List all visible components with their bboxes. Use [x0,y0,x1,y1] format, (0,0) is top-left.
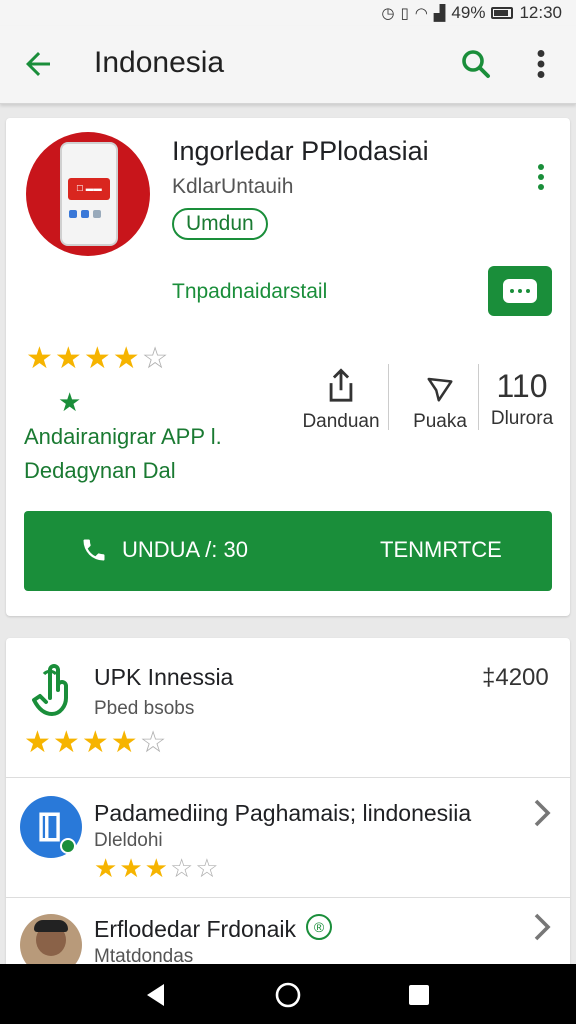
count-label: Dlurora [490,408,554,429]
wifi-icon: ◠ [414,4,428,22]
star-filled-icon: ★ [110,725,138,760]
star-filled-icon: ★ [119,854,143,884]
featured-app-card: ☐ ▬▬ Ingorledar PPlodasiai KdlarUntauih … [6,118,570,616]
list-item[interactable]: Padamediing Paghamais; lindonesiia Dleld… [6,778,570,898]
info-line-1: Andairanigrar APP l. [24,424,222,449]
badge-star-icon: ★ [58,388,82,418]
install-chip[interactable]: Umdun [172,208,268,240]
system-navigation-bar [0,964,576,1024]
app-subtitle: Tnpadnaidarstail [172,280,328,303]
page-title: Indonesia [94,46,225,79]
stat-divider [478,364,479,430]
star-filled-icon: ★ [144,854,168,884]
chevron-right-icon[interactable] [532,798,552,828]
count-value: 110 [496,368,548,404]
list-item-title: UPK Innessia [94,664,234,690]
star-filled-icon: ★ [26,341,53,376]
status-bar: ◷ ▯ ◠ ▟ 49% 12:30 [0,0,576,26]
card-more-icon[interactable] [534,162,548,192]
chat-button[interactable] [488,266,552,316]
app-name: Ingorledar PPlodasiai [172,136,429,166]
primary-button-left-label: UNDUA /: 30 [122,537,248,562]
star-empty-icon: ☆ [141,341,169,376]
developer-name[interactable]: KdlarUntauih [172,175,293,199]
list-item-rating: ★ ★ ★ ☆ ☆ [94,856,219,882]
related-apps-list: UPK Innessia Pbed bsobs ‡4200 ★ ★ ★ ★ ☆ Pada… [6,638,570,976]
battery-percent: 49% [451,3,486,22]
star-filled-icon: ★ [94,854,118,884]
send-icon [427,377,453,402]
share-label: Danduan [302,411,380,432]
star-filled-icon: ★ [24,725,51,760]
chevron-right-icon[interactable] [532,912,552,942]
star-empty-icon: ☆ [169,854,194,884]
star-filled-icon: ★ [52,725,80,760]
clock: 12:30 [519,3,562,22]
star-filled-icon: ★ [81,725,109,760]
list-item-title: Erflodedar Frdonaik [94,916,296,942]
primary-action-button[interactable]: UNDUA /: 30 TENMRTCE [24,511,552,591]
star-empty-icon: ☆ [195,854,219,884]
phone-illustration: ☐ ▬▬ [60,142,118,246]
app-bar: Indonesia [0,26,576,104]
list-item[interactable]: UPK Innessia Pbed bsobs ‡4200 ★ ★ ★ ★ ☆ [6,638,570,778]
primary-button-right-label: TENMRTCE [380,537,502,562]
phone-icon [83,539,105,561]
back-arrow-icon[interactable] [20,46,56,82]
count-stat: 110 Dlurora [486,368,558,430]
send-label: Puaka [413,411,467,432]
phone-banner: ☐ ▬▬ [68,178,110,200]
list-item-price: ‡4200 [482,664,549,691]
signal-icon: ▟ [433,4,446,22]
list-item[interactable]: Erflodedar Frdonaik ® Mtatdondas [6,898,570,976]
more-options-icon[interactable] [528,46,554,82]
book-icon [20,796,82,858]
info-line-2: Dedagynan Dal [24,458,176,483]
alarm-icon: ◷ [381,4,395,22]
share-icon [329,368,353,402]
app-icon[interactable]: ☐ ▬▬ [26,132,150,256]
vibrate-icon: ▯ [400,4,409,22]
star-filled-icon: ★ [112,341,140,376]
verified-badge: ® [306,914,332,940]
stat-divider [388,364,389,430]
share-stat[interactable]: Danduan [296,366,386,433]
list-item-subtitle: Dleldohi [94,830,163,851]
recents-nav-icon[interactable] [408,984,430,1006]
back-nav-icon[interactable] [144,982,168,1008]
search-icon[interactable] [458,46,494,82]
app-rating-stars: ★ ★ ★ ★ ☆ [26,344,169,374]
touch-gesture-icon [32,664,68,716]
list-item-rating: ★ ★ ★ ★ ☆ [24,728,167,758]
star-empty-icon: ☆ [139,725,167,760]
star-filled-icon: ★ [54,341,82,376]
list-item-title: Padamediing Paghamais; lindonesiia [94,800,472,826]
list-item-subtitle: Pbed bsobs [94,698,195,719]
send-stat[interactable]: Puaka [404,372,476,433]
home-nav-icon[interactable] [274,981,302,1009]
star-filled-icon: ★ [83,341,111,376]
battery-icon [491,7,514,19]
chat-icon [503,279,537,303]
